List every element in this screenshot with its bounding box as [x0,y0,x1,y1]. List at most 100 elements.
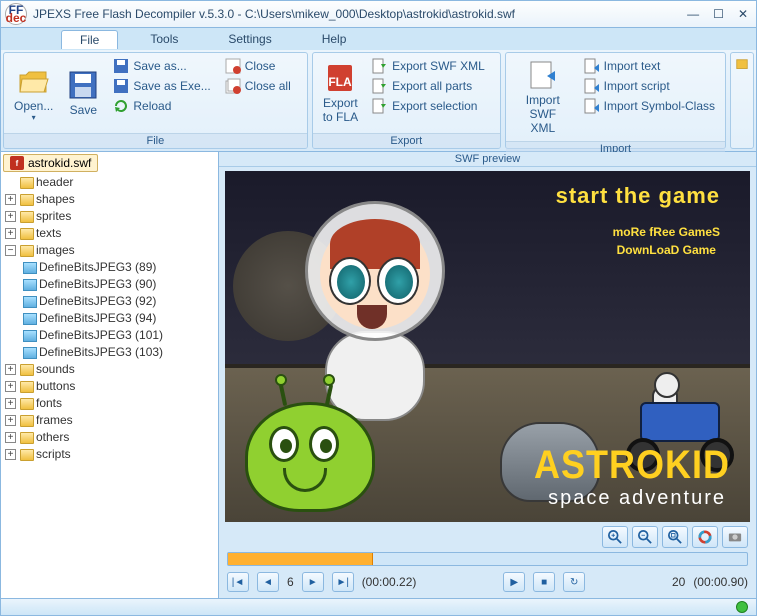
expand-icon[interactable]: + [5,415,16,426]
minimize-button[interactable]: — [683,7,703,21]
menu-tools[interactable]: Tools [132,30,196,48]
menu-file[interactable]: File [61,30,118,49]
ribbon-group-file: Open...▾ Save Save as... Save as Exe... … [3,52,308,149]
zoom-in-button[interactable] [602,526,628,548]
ribbon: Open...▾ Save Save as... Save as Exe... … [0,50,757,152]
tree-item-sounds[interactable]: +sounds [3,361,216,378]
preview-panel: SWF preview [219,152,756,598]
close-all-button[interactable]: Close all [219,77,297,95]
workspace: f astrokid.swf header +shapes +sprites +… [0,152,757,598]
folder-icon [20,364,34,376]
save-as-exe-button[interactable]: Save as Exe... [107,77,216,95]
expand-icon[interactable]: + [5,381,16,392]
image-icon [23,313,37,325]
import-swf-xml-button[interactable]: Import SWF XML [510,57,576,137]
tree-item-buttons[interactable]: +buttons [3,378,216,395]
folder-icon [20,177,34,189]
open-button[interactable]: Open...▾ [8,57,59,129]
tree-item-image[interactable]: DefineBitsJPEG3 (94) [21,310,216,327]
maximize-button[interactable]: ☐ [709,7,728,21]
tree-item-texts[interactable]: +texts [3,225,216,242]
export-swf-xml-button[interactable]: Export SWF XML [366,57,491,75]
expand-icon[interactable]: + [5,449,16,460]
folder-icon [20,245,34,257]
folder-icon [20,415,34,427]
expand-icon[interactable]: + [5,211,16,222]
folder-icon [20,228,34,240]
close-icon [225,58,241,74]
step-forward-button[interactable]: ► [302,572,324,592]
expand-icon[interactable]: + [5,398,16,409]
export-all-parts-button[interactable]: Export all parts [366,77,491,95]
current-time: (00:00.22) [362,575,417,589]
export-selection-button[interactable]: Export selection [366,97,491,115]
reload-button[interactable]: Reload [107,97,216,115]
expand-icon[interactable]: + [5,228,16,239]
expand-icon[interactable]: + [5,432,16,443]
tree-item-others[interactable]: +others [3,429,216,446]
tree-item-scripts[interactable]: +scripts [3,446,216,463]
tree-item-image[interactable]: DefineBitsJPEG3 (101) [21,327,216,344]
tree-item-frames[interactable]: +frames [3,412,216,429]
close-window-button[interactable]: ✕ [734,7,752,21]
snapshot-button[interactable] [722,526,748,548]
goto-end-button[interactable]: ►| [332,572,354,592]
image-icon [23,347,37,359]
timeline-progress [228,553,373,565]
timeline[interactable] [227,552,748,566]
import-icon [584,98,600,114]
tree-item-image[interactable]: DefineBitsJPEG3 (92) [21,293,216,310]
folder-icon [20,449,34,461]
ribbon-group-overflow[interactable] [730,52,754,149]
save-as-button[interactable]: Save as... [107,57,216,75]
current-frame: 6 [287,575,294,589]
image-icon [23,262,37,274]
ribbon-group-export: FLA Export to FLA Export SWF XML Export … [312,52,501,149]
tree-item-images[interactable]: −images [3,242,216,259]
ribbon-group-label-file: File [4,133,307,148]
import-text-button[interactable]: Import text [578,57,721,75]
tree-item-image[interactable]: DefineBitsJPEG3 (89) [21,259,216,276]
tree-root-tab[interactable]: f astrokid.swf [3,154,98,172]
zoom-fit-button[interactable] [662,526,688,548]
import-icon [527,59,559,91]
close-button[interactable]: Close [219,57,297,75]
tree-item-header[interactable]: header [3,174,216,191]
menu-settings[interactable]: Settings [210,30,289,48]
tree-item-image[interactable]: DefineBitsJPEG3 (103) [21,344,216,361]
export-fla-button[interactable]: FLA Export to FLA [317,57,364,129]
play-button[interactable]: ▶ [503,572,525,592]
color-button[interactable] [692,526,718,548]
save-button[interactable]: Save [61,57,105,129]
window-title: JPEXS Free Flash Decompiler v.5.3.0 - C:… [33,7,683,21]
preview-header: SWF preview [219,152,756,167]
expand-icon[interactable]: + [5,364,16,375]
goto-start-button[interactable]: |◄ [227,572,249,592]
svg-text:FLA: FLA [329,75,353,89]
tree-panel: f astrokid.swf header +shapes +sprites +… [1,152,219,598]
tree-item-sprites[interactable]: +sprites [3,208,216,225]
tree-item-fonts[interactable]: +fonts [3,395,216,412]
zoom-out-button[interactable] [632,526,658,548]
ribbon-group-import: Import SWF XML Import text Import script… [505,52,726,149]
step-back-button[interactable]: ◄ [257,572,279,592]
expand-icon[interactable]: + [5,194,16,205]
tree-item-image[interactable]: DefineBitsJPEG3 (90) [21,276,216,293]
import-symbol-class-button[interactable]: Import Symbol-Class [578,97,721,115]
preview-subtitle: space adventure [548,487,726,510]
import-script-button[interactable]: Import script [578,77,721,95]
folder-icon [20,432,34,444]
stop-button[interactable]: ■ [533,572,555,592]
close-all-icon [225,78,241,94]
tree-item-shapes[interactable]: +shapes [3,191,216,208]
preview-toolbar [219,524,756,550]
ribbon-group-label-export: Export [313,133,500,148]
menu-help[interactable]: Help [304,30,365,48]
titlebar: FF dec JPEXS Free Flash Decompiler v.5.3… [0,0,757,28]
folder-open-icon [18,65,50,97]
preview-canvas: StaRt tHe Game moRe fRee GameSDownLoaD G… [225,171,750,522]
collapse-icon[interactable]: − [5,245,16,256]
folder-icon [20,211,34,223]
color-wheel-icon [698,530,712,544]
loop-button[interactable]: ↻ [563,572,585,592]
